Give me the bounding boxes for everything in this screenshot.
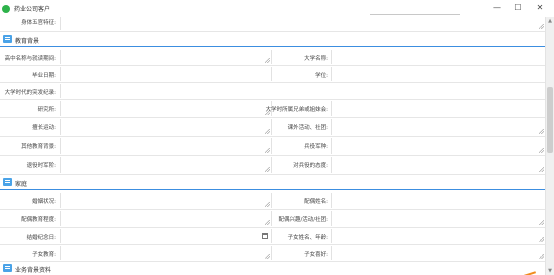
form-row: 高中名称与就读期间: 大学名称: [0,49,546,66]
field-label: 兵役军种: [304,144,328,150]
resize-grip-icon [265,254,270,259]
app-logo-icon [2,4,10,13]
field-label: 身体五官特征: [21,20,56,26]
resize-grip-icon [539,167,544,172]
resize-grip-icon [265,129,270,134]
graduate-school-textarea[interactable] [60,101,272,116]
children-names-textarea[interactable] [331,229,546,243]
resize-grip-icon [265,148,270,153]
minimize-button[interactable]: — [490,3,504,13]
university-name-input[interactable] [331,50,546,64]
section-title: 教育背景 [15,38,40,45]
field-label: 配偶教育程度: [21,217,56,223]
section-header-business[interactable]: 业务背景资料 [0,262,546,275]
field-label: 其他教育背景: [21,144,56,150]
section-header-education[interactable]: 教育背景 [0,33,546,47]
graduation-date-input[interactable] [60,67,272,81]
form-row: 结婚纪念日: 子女姓名、年龄: [0,228,546,245]
children-education-textarea[interactable] [60,246,272,260]
form-scroll-area: 身体五官特征: 教育背景 高中名称与就读期间: 大学名称: 毕业日期: 学位: … [0,17,546,275]
window-titlebar: 药业公司客户 — ☐ ✕ [0,0,554,17]
field-label: 配偶兴趣/活动/社团: [278,217,328,223]
form-row: 退役时军阶: 对兵役的态度: [0,156,546,175]
section-header-icon [3,178,12,186]
field-label: 结婚纪念日: [26,235,56,241]
titlebar-divider [370,14,460,15]
field-label: 大学时代的突发纪录: [4,90,56,96]
resize-grip-icon [265,58,270,63]
physical-features-textarea[interactable] [60,17,546,30]
section-title: 家庭 [15,181,28,188]
scroll-thumb[interactable] [547,87,553,153]
university-records-input[interactable] [60,84,546,98]
form-row: 子女教育: 子女喜好: [0,245,546,262]
fraternity-input[interactable] [331,101,546,116]
field-label: 课外活动、社团: [287,125,328,131]
vertical-scrollbar[interactable]: ▲ ▼ [545,17,554,275]
sports-textarea[interactable] [60,119,272,135]
marital-status-textarea[interactable] [60,193,272,208]
resize-grip-icon [539,148,544,153]
field-label: 退役时军阶: [26,163,56,169]
resize-grip-icon [539,254,544,259]
form-row: 毕业日期: 学位: [0,66,546,83]
field-label: 擅长运动: [32,125,56,131]
scroll-up-icon[interactable]: ▲ [546,17,554,25]
form-row: 研究所: 大学时所属兄弟或姐妹会: [0,100,546,118]
high-school-textarea[interactable] [60,50,272,64]
resize-grip-icon [265,167,270,172]
field-label: 配偶姓名: [304,199,328,205]
form-row: 擅长运动: 课外活动、社团: [0,118,546,137]
section-title: 业务背景资料 [15,267,52,274]
window-title: 药业公司客户 [14,6,51,13]
field-label: 对兵役的态度: [293,163,328,169]
children-hobbies-textarea[interactable] [331,246,546,260]
form-row: 其他教育背景: 兵役军种: [0,137,546,156]
maximize-button[interactable]: ☐ [511,3,525,13]
form-row: 配偶教育程度: 配偶兴趣/活动/社团: [0,210,546,228]
resize-grip-icon [539,237,544,242]
military-branch-textarea[interactable] [331,138,546,154]
field-label: 学位: [315,73,328,79]
field-label: 婚姻状况: [32,199,56,205]
field-label: 高中名称与就读期间: [4,56,56,62]
scroll-down-icon[interactable]: ▼ [546,267,554,275]
resize-grip-icon [539,129,544,134]
field-label: 子女姓名、年龄: [287,235,328,241]
resize-grip-icon [539,24,544,29]
anniversary-date-picker[interactable] [60,229,272,243]
resize-grip-icon [265,220,270,225]
military-attitude-textarea[interactable] [331,157,546,173]
spouse-name-input[interactable] [331,193,546,208]
section-header-icon [3,264,12,272]
resize-grip-icon [265,202,270,207]
field-label: 大学名称: [304,56,328,62]
field-label: 大学时所属兄弟或姐妹会: [265,107,328,113]
field-label: 毕业日期: [32,73,56,79]
section-header-family[interactable]: 家庭 [0,176,546,190]
degree-input[interactable] [331,67,546,81]
section-header-icon [3,35,12,43]
field-label: 子女喜好: [304,252,328,258]
extracurricular-textarea[interactable] [331,119,546,135]
field-label: 研究所: [37,107,56,113]
form-row: 大学时代的突发纪录: [0,83,546,100]
spouse-education-textarea[interactable] [60,211,272,226]
other-education-textarea[interactable] [60,138,272,154]
spouse-interests-textarea[interactable] [331,211,546,226]
form-row: 婚姻状况: 配偶姓名: [0,192,546,210]
orange-accent-mark [523,271,537,275]
form-row: 身体五官特征: [0,17,546,32]
military-rank-textarea[interactable] [60,157,272,173]
close-button[interactable]: ✕ [533,3,547,13]
calendar-icon[interactable] [262,233,268,239]
field-label: 子女教育: [32,252,56,258]
resize-grip-icon [539,220,544,225]
